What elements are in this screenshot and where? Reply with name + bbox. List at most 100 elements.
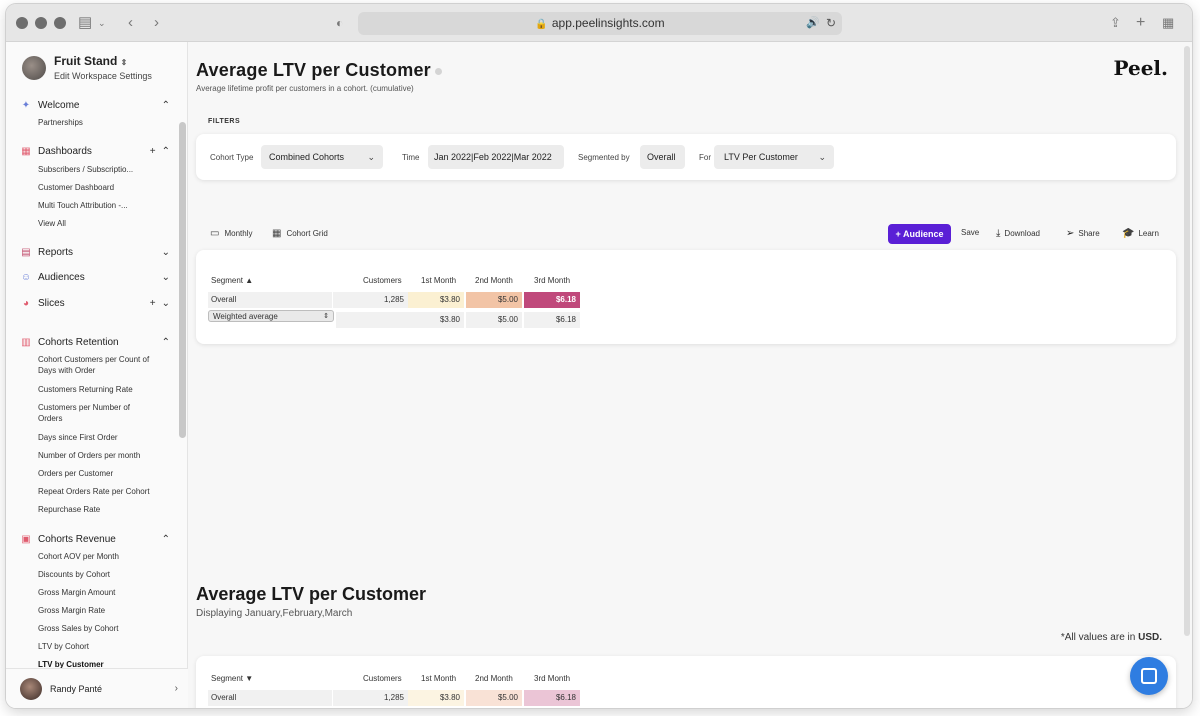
sidebar-item-revenue-2[interactable]: Gross Margin Amount <box>38 587 168 598</box>
cohort-table: Segment ▲ Customers 1st Month 2nd Month … <box>196 250 1176 344</box>
column-header-customers[interactable]: Customers <box>363 674 402 683</box>
chevron-up-icon[interactable]: ⌃ <box>162 146 170 157</box>
sidebar-item-revenue-1[interactable]: Discounts by Cohort <box>38 569 168 580</box>
main-scrollbar[interactable] <box>1184 46 1190 636</box>
grid-icon: ▦ <box>272 228 282 239</box>
minimize-window-button[interactable] <box>35 17 47 29</box>
close-window-button[interactable] <box>16 17 28 29</box>
share-button[interactable]: ➢ Share <box>1066 228 1100 239</box>
add-audience-button[interactable]: + Audience <box>888 224 951 244</box>
segmented-by-label: Segmented by <box>578 153 630 162</box>
dashboard-icon: ▦ <box>21 145 31 157</box>
column-header-month-3[interactable]: 3rd Month <box>534 276 570 285</box>
download-icon: ⤓ <box>996 228 1001 239</box>
chevron-up-icon[interactable]: ⌃ <box>162 100 170 111</box>
learn-button[interactable]: 🎓 Learn <box>1122 228 1159 239</box>
sidebar-item-retention-7[interactable]: Repurchase Rate <box>38 504 168 515</box>
retention-icon: ▥ <box>21 336 31 348</box>
sidebar-item-retention-6[interactable]: Repeat Orders Rate per Cohort <box>38 486 168 497</box>
workspace-settings-link[interactable]: Edit Workspace Settings <box>54 70 152 82</box>
save-button[interactable]: Save <box>961 228 979 237</box>
weighted-month-2-cell: $5.00 <box>466 312 522 328</box>
audiences-icon: ☺ <box>20 271 32 283</box>
segment-cell: Overall <box>208 292 332 308</box>
column-header-segment[interactable]: Segment ▲ <box>211 276 253 285</box>
updown-chevron-icon: ⇕ <box>323 313 329 320</box>
sidebar-item-retention-5[interactable]: Orders per Customer <box>38 468 168 479</box>
chevron-down-icon[interactable]: ⌄ <box>162 247 170 258</box>
weighted-month-3-cell: $6.18 <box>524 312 580 328</box>
sidebar-item-partnerships[interactable]: Partnerships <box>38 117 168 128</box>
privacy-shield-icon[interactable]: ◐ <box>336 13 343 33</box>
sidebar-section-dashboards[interactable]: ▦ Dashboards + ⌃ <box>20 142 170 160</box>
info-icon[interactable] <box>434 67 442 75</box>
cohort-type-select[interactable]: Combined Cohorts ⌄ <box>261 145 383 169</box>
chat-launcher-button[interactable] <box>1130 657 1168 695</box>
chevron-down-icon[interactable]: ⌄ <box>162 272 170 283</box>
zoom-window-button[interactable] <box>54 17 66 29</box>
send-icon: ➢ <box>1066 228 1075 239</box>
new-tab-icon[interactable]: + <box>1136 13 1145 33</box>
column-header-month-1[interactable]: 1st Month <box>421 276 456 285</box>
column-header-customers[interactable]: Customers <box>363 276 402 285</box>
sidebar-item-revenue-4[interactable]: Gross Sales by Cohort <box>38 623 168 634</box>
sidebar-section-audiences[interactable]: ☺ Audiences ⌄ <box>20 268 170 286</box>
sound-icon[interactable]: 🔊 <box>806 12 820 35</box>
add-icon[interactable]: + <box>150 298 156 309</box>
sidebar-item-revenue-5[interactable]: LTV by Cohort <box>38 641 168 652</box>
forward-icon[interactable]: › <box>154 13 159 33</box>
column-header-month-3[interactable]: 3rd Month <box>534 674 570 683</box>
cohort-grid-toggle[interactable]: ▦ Cohort Grid <box>272 228 328 239</box>
for-select[interactable]: LTV Per Customer ⌄ <box>714 145 834 169</box>
page-title: Average LTV per Customer <box>196 60 442 81</box>
monthly-toggle[interactable]: ▭ Monthly <box>210 228 252 239</box>
chevron-up-icon[interactable]: ⌃ <box>162 534 170 545</box>
column-header-segment[interactable]: Segment ▼ <box>211 674 253 683</box>
sidebar-section-welcome[interactable]: ✦ Welcome ⌃ <box>20 96 170 114</box>
sidebar-toggle-icon[interactable]: ▤ <box>78 13 92 33</box>
sidebar-item-revenue-3[interactable]: Gross Margin Rate <box>38 605 168 616</box>
weighted-average-select[interactable]: Weighted average ⇕ <box>208 310 334 322</box>
time-select[interactable]: Jan 2022|Feb 2022|Mar 2022 <box>428 145 564 169</box>
filters-heading: FILTERS <box>208 118 241 125</box>
filters-card: Cohort Type Combined Cohorts ⌄ Time Jan … <box>196 134 1176 180</box>
page-subtitle: Average lifetime profit per customers in… <box>196 84 414 93</box>
column-header-month-2[interactable]: 2nd Month <box>475 674 513 683</box>
segmented-by-select[interactable]: Overall <box>640 145 685 169</box>
chevron-down-icon[interactable]: ⌄ <box>98 13 106 33</box>
sidebar-item-subscribers[interactable]: Subscribers / Subscriptio... <box>38 164 168 175</box>
sidebar-item-view-all[interactable]: View All <box>38 218 168 229</box>
plus-icon: + <box>895 229 901 239</box>
chevron-down-icon[interactable]: ⌄ <box>162 298 170 309</box>
workspace-switcher[interactable]: Fruit Stand ⇕ Edit Workspace Settings <box>22 54 152 82</box>
sidebar-item-retention-2[interactable]: Customers per Number of Orders <box>38 402 148 424</box>
share-page-icon[interactable]: ⇪ <box>1110 13 1121 33</box>
currency-note: *All values are in USD. <box>1060 632 1162 643</box>
column-header-month-2[interactable]: 2nd Month <box>475 276 513 285</box>
back-icon[interactable]: ‹ <box>128 13 133 33</box>
column-header-month-1[interactable]: 1st Month <box>421 674 456 683</box>
sidebar-item-retention-4[interactable]: Number of Orders per month <box>38 450 168 461</box>
add-icon[interactable]: + <box>150 146 156 157</box>
sidebar-item-retention-0[interactable]: Cohort Customers per Count of Days with … <box>38 354 162 376</box>
section-title: Average LTV per Customer <box>196 584 427 604</box>
workspace-name: Fruit Stand <box>54 54 118 68</box>
tab-overview-icon[interactable]: ▦ <box>1162 13 1174 33</box>
sidebar-item-retention-3[interactable]: Days since First Order <box>38 432 168 443</box>
customers-cell: 1,285 <box>333 292 408 308</box>
user-menu[interactable]: Randy Panté › <box>6 668 188 708</box>
sidebar-item-revenue-0[interactable]: Cohort AOV per Month <box>38 551 168 562</box>
sidebar-item-customer-dashboard[interactable]: Customer Dashboard <box>38 182 168 193</box>
sidebar-section-cohorts-revenue[interactable]: ▣ Cohorts Revenue ⌃ <box>20 530 170 548</box>
weighted-customers-cell <box>336 312 408 328</box>
sidebar-scrollbar[interactable] <box>179 122 186 438</box>
sidebar-item-multi-touch[interactable]: Multi Touch Attribution -... <box>38 200 168 211</box>
sidebar-section-slices[interactable]: ◕ Slices + ⌄ <box>20 294 170 312</box>
sidebar-item-retention-1[interactable]: Customers Returning Rate <box>38 384 168 395</box>
download-button[interactable]: ⤓ Download <box>996 228 1040 239</box>
address-bar[interactable]: 🔒 app.peelinsights.com 🔊 ↻ <box>358 12 842 35</box>
sidebar-section-cohorts-retention[interactable]: ▥ Cohorts Retention ⌃ <box>20 333 170 351</box>
reload-icon[interactable]: ↻ <box>826 12 836 35</box>
sidebar-section-reports[interactable]: ▤ Reports ⌄ <box>20 243 170 261</box>
chevron-up-icon[interactable]: ⌃ <box>162 337 170 348</box>
